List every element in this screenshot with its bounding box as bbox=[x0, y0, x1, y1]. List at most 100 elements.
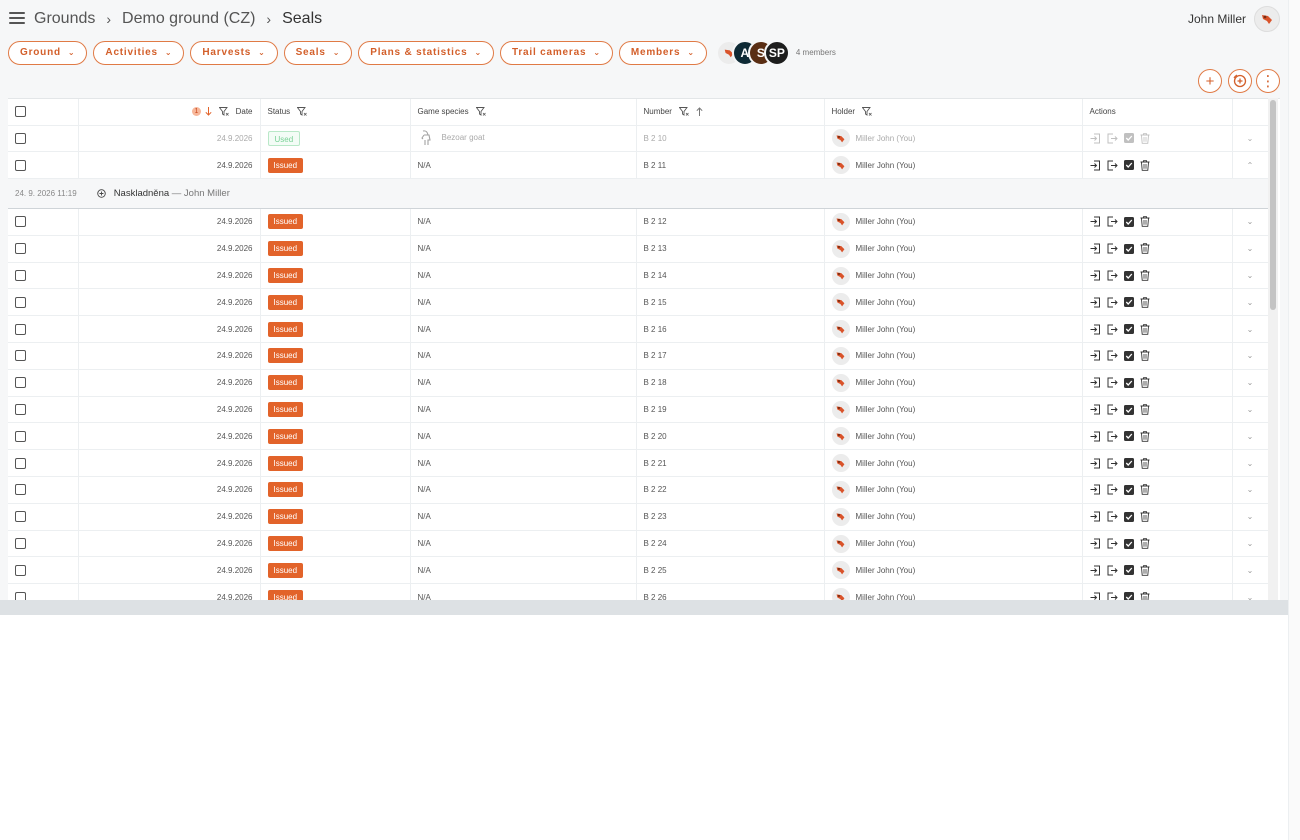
check-in-icon[interactable] bbox=[1090, 565, 1101, 576]
trash-icon[interactable] bbox=[1140, 243, 1150, 255]
row-checkbox[interactable] bbox=[15, 323, 26, 335]
checkbox-checked-icon[interactable] bbox=[1123, 404, 1134, 415]
check-out-icon[interactable] bbox=[1107, 592, 1118, 600]
check-in-icon[interactable] bbox=[1090, 297, 1101, 308]
table-row[interactable]: 24.9.2026 Issued N/A B 2 11 Miller John (You… bbox=[8, 151, 1269, 180]
row-checkbox[interactable] bbox=[15, 404, 26, 416]
sort-asc-icon[interactable] bbox=[696, 107, 703, 117]
breadcrumb-demo-ground[interactable]: Demo ground (CZ) bbox=[122, 10, 255, 28]
check-out-icon[interactable] bbox=[1107, 538, 1118, 549]
check-out-icon[interactable] bbox=[1107, 160, 1118, 171]
row-checkbox[interactable] bbox=[15, 243, 26, 255]
more-vertical-icon[interactable]: ⋮ bbox=[1256, 69, 1280, 93]
trash-icon[interactable] bbox=[1140, 350, 1150, 362]
check-out-icon[interactable] bbox=[1107, 484, 1118, 495]
check-in-icon[interactable] bbox=[1090, 592, 1101, 600]
trash-icon[interactable] bbox=[1140, 270, 1150, 281]
row-checkbox[interactable] bbox=[15, 159, 26, 171]
table-row[interactable]: 24.9.2026 Issued N/A B 2 23 Miller John (You… bbox=[8, 503, 1269, 531]
trash-icon[interactable] bbox=[1140, 377, 1150, 389]
column-date-header[interactable]: 1 Date bbox=[78, 99, 261, 126]
check-in-icon[interactable] bbox=[1090, 484, 1101, 495]
chevron-down-icon[interactable]: ⌄ bbox=[1232, 342, 1269, 370]
column-holder-header[interactable]: Holder bbox=[824, 99, 1083, 126]
table-row[interactable]: 24.9.2026 Issued N/A B 2 15 Miller John (You… bbox=[8, 288, 1269, 317]
table-row[interactable]: 24.9.2026 Issued N/A B 2 14 Miller John (You… bbox=[8, 262, 1269, 290]
check-out-icon[interactable] bbox=[1107, 297, 1118, 308]
chevron-down-icon[interactable]: ⌄ bbox=[1232, 208, 1269, 236]
menu-harvests-button[interactable]: Harvests ⌄ bbox=[190, 40, 278, 65]
chevron-down-icon[interactable]: ⌄ bbox=[1232, 503, 1269, 531]
menu-members-button[interactable]: Members ⌄ bbox=[618, 40, 707, 65]
trash-icon[interactable] bbox=[1140, 323, 1150, 335]
table-row[interactable]: 24.9.2026 Issued N/A B 2 20 Miller John (You… bbox=[8, 422, 1269, 451]
table-row[interactable]: 24.9.2026 Issued N/A B 2 21 Miller John (You… bbox=[8, 449, 1269, 478]
check-out-icon[interactable] bbox=[1107, 431, 1118, 442]
check-in-icon[interactable] bbox=[1090, 404, 1101, 415]
filter-icon[interactable] bbox=[678, 107, 689, 117]
trash-icon[interactable] bbox=[1140, 297, 1150, 308]
add-circle-icon[interactable] bbox=[1228, 69, 1252, 93]
row-checkbox[interactable] bbox=[15, 430, 26, 442]
row-checkbox[interactable] bbox=[15, 484, 26, 496]
chevron-down-icon[interactable]: ⌄ bbox=[1232, 125, 1269, 153]
checkbox-checked-icon[interactable] bbox=[1123, 270, 1134, 281]
filter-icon[interactable] bbox=[218, 107, 230, 117]
hamburger-menu-icon[interactable] bbox=[9, 12, 25, 26]
chevron-down-icon[interactable]: ⌄ bbox=[1232, 530, 1269, 558]
row-checkbox[interactable] bbox=[15, 457, 26, 469]
chevron-down-icon[interactable]: ⌄ bbox=[1232, 396, 1269, 424]
checkbox-checked-icon[interactable] bbox=[1123, 458, 1134, 469]
user-avatar-icon[interactable] bbox=[1254, 6, 1280, 32]
menu-trail-cameras-button[interactable]: Trail cameras ⌄ bbox=[499, 40, 613, 65]
check-out-icon[interactable] bbox=[1107, 350, 1118, 361]
check-in-icon[interactable] bbox=[1090, 324, 1101, 335]
members-avatars[interactable]: A S SP 4 members bbox=[715, 39, 836, 66]
column-status-header[interactable]: Status bbox=[260, 99, 411, 126]
chevron-down-icon[interactable]: ⌄ bbox=[1232, 315, 1269, 344]
filter-icon[interactable] bbox=[297, 107, 308, 117]
trash-icon[interactable] bbox=[1140, 484, 1150, 496]
row-checkbox[interactable] bbox=[15, 564, 26, 576]
column-number-header[interactable]: Number bbox=[636, 99, 825, 126]
row-checkbox[interactable] bbox=[15, 591, 26, 600]
table-row[interactable]: 24.9.2026 Issued N/A B 2 16 Miller John (You… bbox=[8, 315, 1269, 344]
checkbox-checked-icon[interactable] bbox=[1123, 592, 1134, 600]
table-row[interactable]: 24.9.2026 Issued N/A B 2 17 Miller John (You… bbox=[8, 342, 1269, 370]
row-checkbox[interactable] bbox=[15, 511, 26, 523]
check-in-icon[interactable] bbox=[1090, 133, 1101, 144]
trash-icon[interactable] bbox=[1140, 565, 1150, 576]
trash-icon[interactable] bbox=[1140, 457, 1150, 469]
check-out-icon[interactable] bbox=[1107, 324, 1118, 335]
trash-icon[interactable] bbox=[1140, 591, 1150, 600]
menu-plans-statistics-button[interactable]: Plans & statistics ⌄ bbox=[358, 40, 494, 65]
filter-icon[interactable] bbox=[861, 107, 873, 117]
checkbox-checked-icon[interactable] bbox=[1123, 297, 1134, 308]
menu-seals-button[interactable]: Seals ⌄ bbox=[283, 40, 353, 65]
table-row[interactable]: 24.9.2026 Issued N/A B 2 25 Miller John (You… bbox=[8, 556, 1269, 585]
trash-icon[interactable] bbox=[1140, 511, 1150, 522]
trash-icon[interactable] bbox=[1140, 133, 1150, 144]
chevron-down-icon[interactable]: ⌄ bbox=[1232, 449, 1269, 478]
check-out-icon[interactable] bbox=[1107, 243, 1118, 254]
breadcrumb-grounds[interactable]: Grounds bbox=[34, 10, 95, 28]
check-in-icon[interactable] bbox=[1090, 458, 1101, 469]
check-out-icon[interactable] bbox=[1107, 565, 1118, 576]
chevron-down-icon[interactable]: ⌄ bbox=[1232, 476, 1269, 504]
chevron-down-icon[interactable]: ⌄ bbox=[1232, 556, 1269, 585]
check-in-icon[interactable] bbox=[1090, 243, 1101, 254]
table-row[interactable]: 24.9.2026 Issued N/A B 2 13 Miller John (You… bbox=[8, 235, 1269, 263]
checkbox-checked-icon[interactable] bbox=[1123, 350, 1134, 361]
table-row[interactable]: 24.9.2026 Issued N/A B 2 12 Miller John (You… bbox=[8, 208, 1269, 236]
checkbox-checked-icon[interactable] bbox=[1123, 511, 1134, 522]
table-row[interactable]: 24.9.2026 Used Bezoar goat B 2 10 Miller Joh… bbox=[8, 125, 1269, 153]
row-checkbox[interactable] bbox=[15, 296, 26, 308]
checkbox-checked-icon[interactable] bbox=[1123, 243, 1134, 254]
check-out-icon[interactable] bbox=[1107, 270, 1118, 281]
chevron-up-icon[interactable]: ⌃ bbox=[1232, 151, 1269, 180]
check-out-icon[interactable] bbox=[1107, 133, 1118, 144]
check-in-icon[interactable] bbox=[1090, 350, 1101, 361]
table-row[interactable]: 24.9.2026 Issued N/A B 2 19 Miller John (You… bbox=[8, 396, 1269, 424]
table-row[interactable]: 24.9.2026 Issued N/A B 2 26 Miller John (You… bbox=[8, 583, 1269, 600]
row-checkbox[interactable] bbox=[15, 377, 26, 389]
